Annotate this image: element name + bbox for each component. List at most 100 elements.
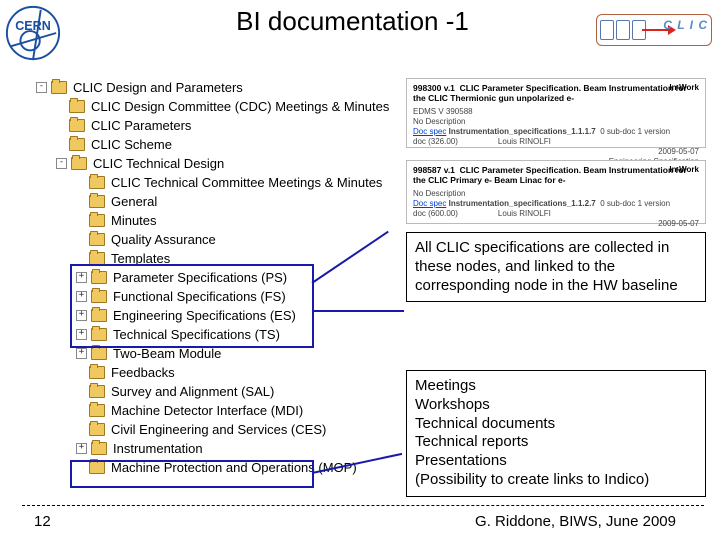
folder-icon: [91, 328, 107, 341]
tree-item-label: Technical Specifications (TS): [113, 327, 280, 342]
expander-spacer: [76, 178, 85, 187]
tree-item-label: Minutes: [111, 213, 157, 228]
folder-icon: [89, 233, 105, 246]
tree-item-label: Survey and Alignment (SAL): [111, 384, 274, 399]
folder-icon: [89, 252, 105, 265]
folder-icon: [89, 404, 105, 417]
annotation-line: Workshops: [415, 396, 697, 415]
tree-row[interactable]: + Engineering Specifications (ES): [30, 306, 400, 325]
folder-icon: [89, 195, 105, 208]
tree-row[interactable]: Minutes: [30, 211, 400, 230]
annotation-specifications: All CLIC specifications are collected in…: [406, 232, 706, 302]
annotation-line: Meetings: [415, 377, 697, 396]
expand-icon[interactable]: +: [76, 348, 87, 359]
folder-icon: [91, 271, 107, 284]
folder-icon: [89, 176, 105, 189]
tree-row[interactable]: Quality Assurance: [30, 230, 400, 249]
expander-spacer: [56, 121, 65, 130]
doc-card-1: In-Work 998300 v.1 CLIC Parameter Specif…: [406, 78, 706, 148]
expand-icon[interactable]: +: [76, 310, 87, 321]
doc-card-2: In-Work 998587 v.1 CLIC Parameter Specif…: [406, 160, 706, 224]
tree-row[interactable]: Survey and Alignment (SAL): [30, 382, 400, 401]
expander-spacer: [76, 254, 85, 263]
tree-row[interactable]: + Technical Specifications (TS): [30, 325, 400, 344]
expander-spacer: [56, 140, 65, 149]
slide-number: 12: [34, 513, 51, 530]
tree-row[interactable]: + Instrumentation: [30, 439, 400, 458]
cern-logo-text: CERN: [15, 19, 51, 33]
expander-spacer: [76, 387, 85, 396]
slide: CERN BI documentation -1 C L I C - CLIC D…: [0, 0, 720, 540]
folder-icon: [91, 309, 107, 322]
tree-row[interactable]: - CLIC Design and Parameters: [30, 78, 400, 97]
status-label: In-Work: [669, 165, 699, 174]
annotation-line: Technical reports: [415, 433, 697, 452]
tree-item-label: General: [111, 194, 157, 209]
folder-tree: - CLIC Design and Parameters CLIC Design C…: [30, 78, 400, 477]
expand-icon[interactable]: +: [76, 443, 87, 454]
tree-row[interactable]: Feedbacks: [30, 363, 400, 382]
tree-row[interactable]: - CLIC Technical Design: [30, 154, 400, 173]
tree-row[interactable]: CLIC Scheme: [30, 135, 400, 154]
expander-spacer: [76, 216, 85, 225]
cern-logo: CERN: [4, 4, 62, 62]
tree-row[interactable]: CLIC Technical Committee Meetings & Minu…: [30, 173, 400, 192]
tree-row[interactable]: Machine Detector Interface (MDI): [30, 401, 400, 420]
annotation-line: Presentations: [415, 452, 697, 471]
annotation-instrumentation: MeetingsWorkshopsTechnical documentsTech…: [406, 370, 706, 497]
folder-icon: [91, 290, 107, 303]
tree-item-label: CLIC Technical Design: [93, 156, 224, 171]
expander-spacer: [76, 425, 85, 434]
tree-item-label: Parameter Specifications (PS): [113, 270, 287, 285]
tree-row[interactable]: Civil Engineering and Services (CES): [30, 420, 400, 439]
folder-icon: [89, 461, 105, 474]
tree-item-label: CLIC Scheme: [91, 137, 172, 152]
clic-logo-text: C L I C: [663, 18, 708, 32]
folder-icon: [69, 138, 85, 151]
tree-item-label: Instrumentation: [113, 441, 203, 456]
folder-icon: [91, 347, 107, 360]
expander-spacer: [76, 463, 85, 472]
tree-item-label: Functional Specifications (FS): [113, 289, 286, 304]
collapse-icon[interactable]: -: [36, 82, 47, 93]
tree-item-label: Engineering Specifications (ES): [113, 308, 296, 323]
tree-item-label: Templates: [111, 251, 170, 266]
folder-icon: [69, 100, 85, 113]
folder-icon: [89, 423, 105, 436]
annotation-line: Technical documents: [415, 415, 697, 434]
tree-item-label: Feedbacks: [111, 365, 175, 380]
expand-icon[interactable]: +: [76, 329, 87, 340]
connector-line: [312, 310, 404, 312]
tree-row[interactable]: Machine Protection and Operations (MOP): [30, 458, 400, 477]
expand-icon[interactable]: +: [76, 291, 87, 302]
folder-icon: [89, 385, 105, 398]
expander-spacer: [76, 406, 85, 415]
tree-row[interactable]: + Parameter Specifications (PS): [30, 268, 400, 287]
expander-spacer: [76, 235, 85, 244]
tree-item-label: CLIC Design and Parameters: [73, 80, 243, 95]
clic-logo: C L I C: [596, 14, 712, 46]
collapse-icon[interactable]: -: [56, 158, 67, 169]
tree-item-label: Machine Protection and Operations (MOP): [111, 460, 357, 475]
expander-spacer: [76, 197, 85, 206]
tree-item-label: CLIC Technical Committee Meetings & Minu…: [111, 175, 382, 190]
tree-row[interactable]: +Two-Beam Module: [30, 344, 400, 363]
status-label: In-Work: [669, 83, 699, 92]
expander-spacer: [76, 368, 85, 377]
tree-row[interactable]: CLIC Design Committee (CDC) Meetings & M…: [30, 97, 400, 116]
folder-icon: [71, 157, 87, 170]
expand-icon[interactable]: +: [76, 272, 87, 283]
tree-row[interactable]: CLIC Parameters: [30, 116, 400, 135]
folder-icon: [51, 81, 67, 94]
tree-item-label: CLIC Parameters: [91, 118, 191, 133]
slide-title: BI documentation -1: [115, 6, 590, 37]
folder-icon: [91, 442, 107, 455]
doc-spec-link[interactable]: Doc spec: [413, 127, 446, 136]
tree-item-label: Machine Detector Interface (MDI): [111, 403, 303, 418]
expander-spacer: [56, 102, 65, 111]
doc-spec-link[interactable]: Doc spec: [413, 199, 446, 208]
tree-row[interactable]: + Functional Specifications (FS): [30, 287, 400, 306]
author-line: G. Riddone, BIWS, June 2009: [475, 513, 676, 530]
tree-row[interactable]: General: [30, 192, 400, 211]
footer-divider: [22, 505, 704, 506]
